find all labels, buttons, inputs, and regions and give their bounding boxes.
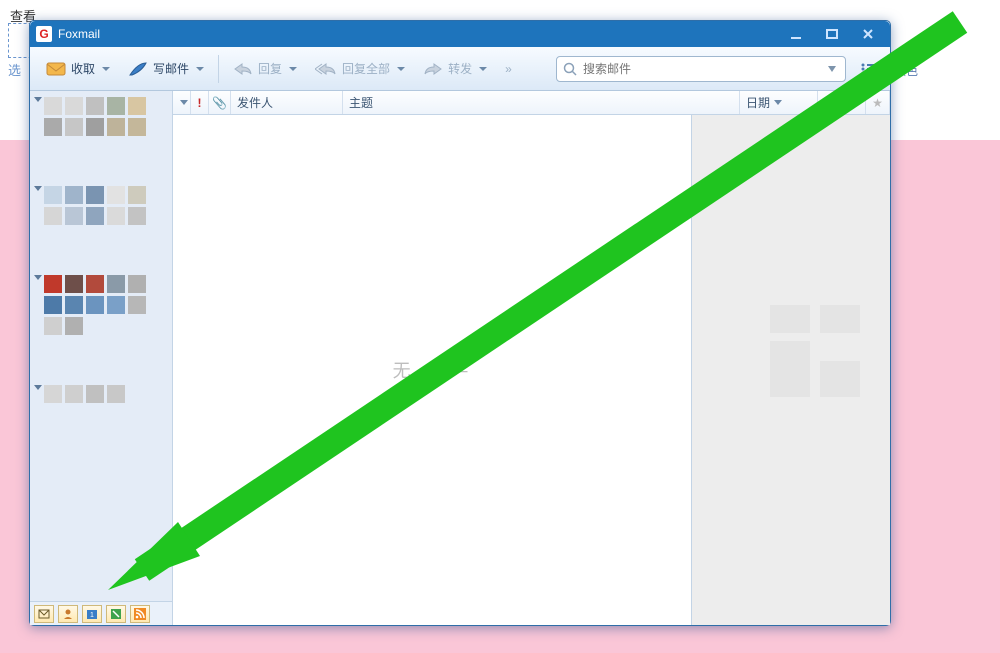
foxmail-window: G Foxmail 收取 写邮件 回复 [29, 20, 891, 626]
column-priority[interactable]: ! [191, 91, 209, 114]
forward-arrow-icon [423, 62, 443, 76]
chevron-down-icon [102, 67, 110, 71]
column-attachment[interactable]: 📎 [209, 91, 231, 114]
compose-button[interactable]: 写邮件 [120, 53, 212, 85]
calendar-tab-icon: 1 [86, 608, 98, 620]
list-view-toggle[interactable] [856, 56, 882, 82]
collapse-triangle-icon [34, 385, 42, 390]
collapse-triangle-icon [34, 275, 42, 280]
chevron-down-icon [397, 67, 405, 71]
list-icon [860, 62, 878, 76]
background-label-select: 选 [8, 60, 21, 79]
pixelated-account-label [44, 385, 166, 403]
background-label-color: 颜色 [894, 62, 918, 79]
chevron-down-icon [180, 100, 188, 105]
column-sender-label: 发件人 [237, 94, 273, 111]
column-headers: ! 📎 发件人 主题 日期 大小 ★ [173, 91, 890, 115]
column-date[interactable]: 日期 [740, 91, 818, 114]
chevron-down-icon [196, 67, 204, 71]
mail-tab-button[interactable] [34, 605, 54, 623]
collapse-triangle-icon [34, 186, 42, 191]
search-dropdown[interactable] [825, 66, 839, 72]
sidebar: 1 [30, 91, 173, 625]
column-date-label: 日期 [746, 94, 770, 111]
overflow-label: » [505, 62, 512, 76]
toolbar-separator [218, 55, 219, 83]
reply-label: 回复 [258, 60, 282, 77]
chevron-down-icon [774, 100, 782, 105]
reply-all-button[interactable]: 回复全部 [307, 53, 413, 85]
rss-tab-icon [134, 608, 146, 620]
chevron-down-icon [479, 67, 487, 71]
chevron-down-icon [289, 67, 297, 71]
reply-all-arrow-icon [315, 62, 337, 76]
svg-text:1: 1 [90, 612, 94, 619]
envelope-icon [46, 61, 66, 77]
calendar-tab-button[interactable]: 1 [82, 605, 102, 623]
pixelated-account-label [44, 97, 166, 136]
mail-list-pane[interactable]: 无 内 ─ [173, 115, 692, 625]
contacts-tab-icon [62, 608, 74, 620]
search-field[interactable] [556, 56, 846, 82]
feather-icon [128, 61, 148, 77]
mail-tab-icon [38, 608, 50, 620]
app-title: Foxmail [58, 27, 100, 41]
pixelated-account-label [44, 275, 166, 335]
reply-arrow-icon [233, 62, 253, 76]
close-button[interactable] [850, 24, 886, 44]
sidebar-bottom-tabs: 1 [30, 601, 172, 625]
receive-label: 收取 [71, 60, 95, 77]
mail-split: 无 内 ─ [173, 115, 890, 625]
account-section[interactable] [30, 383, 172, 419]
forward-button[interactable]: 转发 [415, 53, 495, 85]
account-list [30, 91, 172, 601]
app-icon: G [36, 26, 52, 42]
mail-area: ! 📎 发件人 主题 日期 大小 ★ 无 内 ─ [173, 91, 890, 625]
column-star[interactable]: ★ [866, 91, 890, 114]
account-section[interactable] [30, 273, 172, 383]
column-select[interactable] [173, 91, 191, 114]
compose-label: 写邮件 [153, 60, 189, 77]
minimize-button[interactable] [778, 24, 814, 44]
column-sender[interactable]: 发件人 [231, 91, 343, 114]
reply-all-label: 回复全部 [342, 60, 390, 77]
column-size-label: 大小 [824, 94, 848, 111]
rss-tab-button[interactable] [130, 605, 150, 623]
search-input[interactable] [583, 62, 819, 76]
forward-label: 转发 [448, 60, 472, 77]
column-size[interactable]: 大小 [818, 91, 866, 114]
watermark-logo [770, 305, 866, 401]
notes-tab-icon [110, 608, 122, 620]
toolbar-overflow-button[interactable]: » [497, 53, 520, 85]
column-subject-label: 主题 [349, 94, 373, 111]
collapse-triangle-icon [34, 97, 42, 102]
receive-button[interactable]: 收取 [38, 53, 118, 85]
notes-tab-button[interactable] [106, 605, 126, 623]
empty-message: 无 内 ─ [393, 357, 472, 383]
main-body: 1 ! 📎 发件人 主题 日期 大小 ★ 无 内 ─ [30, 91, 890, 625]
preview-pane [692, 115, 890, 625]
maximize-button[interactable] [814, 24, 850, 44]
contacts-tab-button[interactable] [58, 605, 78, 623]
column-subject[interactable]: 主题 [343, 91, 740, 114]
account-section[interactable] [30, 184, 172, 273]
account-section[interactable] [30, 95, 172, 184]
toolbar: 收取 写邮件 回复 回复全部 转发 » [30, 47, 890, 91]
search-icon [563, 62, 577, 76]
titlebar[interactable]: G Foxmail [30, 21, 890, 47]
pixelated-account-label [44, 186, 166, 225]
reply-button[interactable]: 回复 [225, 53, 305, 85]
